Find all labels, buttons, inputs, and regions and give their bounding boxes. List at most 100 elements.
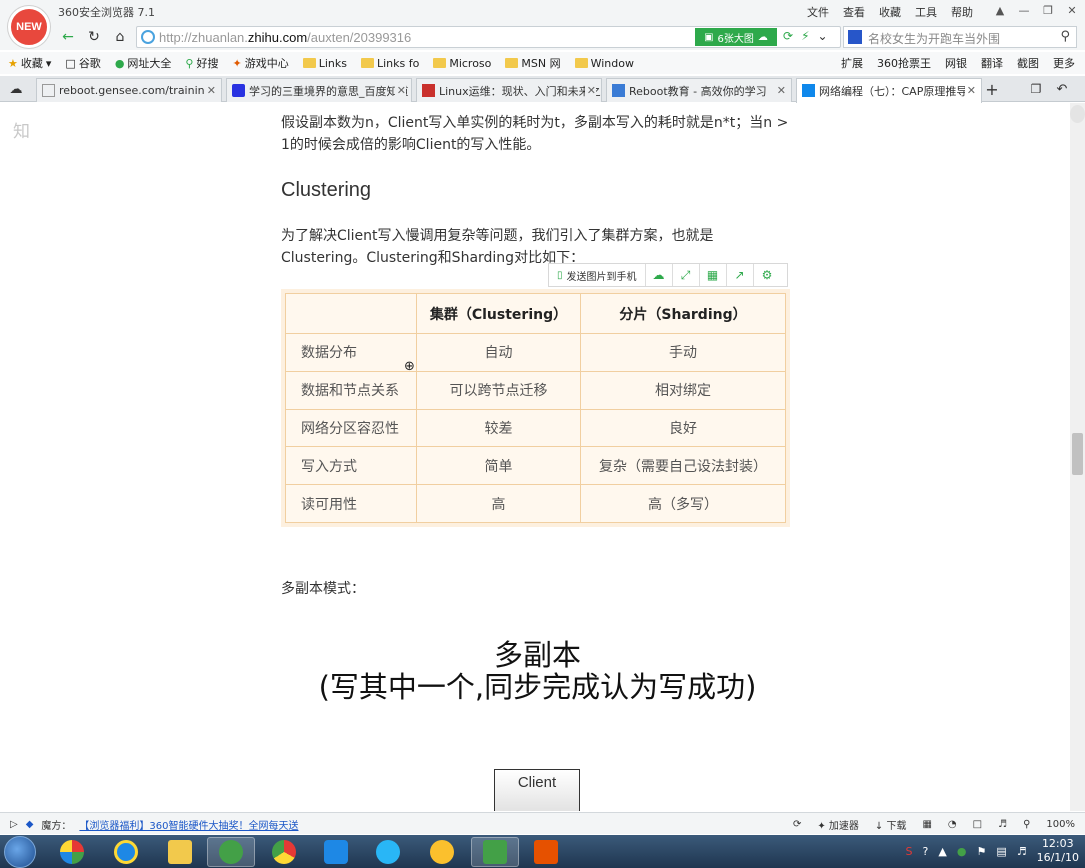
tab-linux-ops[interactable]: Linux运维：现状、入门和未来之路 ✕ <box>416 78 602 102</box>
bookmark-google[interactable]: □ 谷歌 <box>65 55 100 71</box>
volume-icon[interactable]: ♬ <box>998 819 1007 830</box>
skin-icon[interactable]: ▲ <box>991 2 1009 18</box>
magic-cube-label: 魔方： <box>41 821 72 832</box>
maximize-button[interactable]: ❐ <box>1039 2 1057 18</box>
big-image-button[interactable]: ▣ 6张大图 ☁ <box>695 28 777 46</box>
back-button[interactable]: ← <box>58 27 78 47</box>
extensions-button[interactable]: 扩展 <box>841 55 863 71</box>
messenger-icon[interactable] <box>312 837 360 867</box>
chevron-down-icon[interactable]: ⌄ <box>818 29 828 43</box>
search-icon[interactable]: ⚲ <box>1060 29 1070 44</box>
tab-network-programming[interactable]: 网络编程（七）：CAP原理推导 ✕ <box>796 78 982 103</box>
screenshot-button[interactable]: 截图 <box>1017 55 1039 71</box>
bookmark-game-center[interactable]: ✦ 游戏中心 <box>232 55 288 71</box>
minimize-button[interactable]: — <box>1015 2 1033 18</box>
search-input[interactable]: 名校女生为开跑车当外围 <box>868 30 1000 47</box>
home-button[interactable]: ⌂ <box>110 27 130 47</box>
help-tray-icon[interactable]: ? <box>923 845 929 858</box>
bookmark-windows[interactable]: Window <box>574 57 634 70</box>
cloud-tabs-icon[interactable]: ☁ <box>6 79 26 99</box>
close-tab-icon[interactable]: ✕ <box>204 84 216 97</box>
internet-explorer-icon[interactable] <box>102 837 150 867</box>
url-text[interactable]: http://zhuanlan.zhihu.com/auxten/2039931… <box>159 30 411 45</box>
more-button[interactable]: 更多 <box>1053 55 1075 71</box>
lightning-icon[interactable]: ⚡ <box>801 29 809 43</box>
tab-reboot-education[interactable]: Reboot教育 - 高效你的学习 ✕ <box>606 78 792 102</box>
cloud-save-icon[interactable]: ☁ <box>646 264 673 286</box>
file-explorer-icon[interactable] <box>156 837 204 867</box>
promo-link[interactable]: 【浏览器福利】360智能硬件大抽奖！全网每天送 <box>79 817 298 832</box>
table-header-cell <box>285 293 417 334</box>
refresh-green-icon[interactable]: ⟳ <box>783 29 793 43</box>
close-button[interactable]: ✕ <box>1063 2 1081 18</box>
translate-button[interactable]: 翻译 <box>981 55 1003 71</box>
send-image-to-phone-button[interactable]: ▯ 发送图片到手机 <box>549 264 646 286</box>
search-box[interactable]: 名校女生为开跑车当外围 ⚲ <box>843 26 1077 48</box>
accelerator-button[interactable]: ✦ 加速器 <box>817 817 859 832</box>
menu-tools[interactable]: 工具 <box>915 4 937 20</box>
navigation-bar: ← ↻ ⌂ http://zhuanlan.zhihu.com/auxten/2… <box>0 24 1085 50</box>
browser-logo-icon[interactable]: NEW <box>8 6 50 48</box>
ime-icon[interactable]: S <box>906 845 913 858</box>
menu-favorites[interactable]: 收藏 <box>879 4 901 20</box>
new-tab-button[interactable]: + <box>982 79 1002 99</box>
scroll-up-button[interactable] <box>1070 105 1085 123</box>
zoom-level[interactable]: 100% <box>1046 819 1075 830</box>
speed-icon[interactable]: ◔ <box>948 819 957 830</box>
expand-icon[interactable]: ⤢ <box>673 264 700 286</box>
vertical-scrollbar[interactable] <box>1070 103 1085 811</box>
flag-icon[interactable]: ⚑ <box>976 845 986 858</box>
gear-icon[interactable]: ⚙ <box>754 264 781 286</box>
undo-close-icon[interactable]: ↶ <box>1052 79 1072 99</box>
network-icon[interactable]: ▤ <box>996 845 1006 858</box>
refresh-icon[interactable]: ⟳ <box>793 819 801 830</box>
download-button[interactable]: ↓ 下载 <box>875 817 907 832</box>
zhihu-logo[interactable]: 知 <box>13 117 30 142</box>
menu-file[interactable]: 文件 <box>807 4 829 20</box>
tab-baidu-zhidao[interactable]: 学习的三重境界的意思_百度知道 ✕ <box>226 78 412 102</box>
share-icon[interactable]: ↗ <box>727 264 754 286</box>
status-right: ⟳ ✦ 加速器 ↓ 下载 ▦ ◔ □ ♬ ⚲ 100% <box>793 817 1075 832</box>
chrome-icon[interactable] <box>260 837 308 867</box>
table-cell: 读可用性 <box>285 484 417 523</box>
ticket-grabber-button[interactable]: 360抢票王 <box>877 55 931 71</box>
online-bank-button[interactable]: 网银 <box>945 55 967 71</box>
close-tab-icon[interactable]: ✕ <box>774 84 786 97</box>
media-player-icon[interactable] <box>48 837 96 867</box>
bookmark-haosou[interactable]: ⚲ 好搜 <box>185 55 218 71</box>
bookmark-favorites[interactable]: ★ 收藏 ▾ <box>8 55 51 71</box>
scroll-thumb[interactable] <box>1072 433 1083 475</box>
table-cell: 手动 <box>580 333 786 372</box>
volume-tray-icon[interactable]: ♬ <box>1017 845 1027 858</box>
sidebar-toggle-icon[interactable]: ▷ <box>10 819 18 830</box>
bookmark-links-for[interactable]: Links fo <box>360 57 419 70</box>
clock[interactable]: 12:03 16/1/10 <box>1037 837 1079 865</box>
refresh-button[interactable]: ↻ <box>84 27 104 47</box>
bookmark-microsoft[interactable]: Microso <box>433 57 491 70</box>
bookmark-msn[interactable]: MSN 网 <box>505 55 561 71</box>
menu-help[interactable]: 帮助 <box>951 4 973 20</box>
window-icon[interactable]: □ <box>973 819 982 830</box>
security-tray-icon[interactable]: ● <box>957 845 967 858</box>
bookmark-links[interactable]: Links <box>302 57 347 70</box>
feather-app-icon[interactable] <box>364 837 412 867</box>
close-tab-icon[interactable]: ✕ <box>394 84 406 97</box>
save-icon[interactable]: ▦ <box>700 264 727 286</box>
comparison-table[interactable]: 集群（Clustering） 分片（Sharding） 数据分布 自动 手动 数… <box>281 289 790 527</box>
presentation-app-icon[interactable] <box>522 837 570 867</box>
menu-view[interactable]: 查看 <box>843 4 865 20</box>
restore-tabs-icon[interactable]: ❐ <box>1026 79 1046 99</box>
tab-reboot-gensee[interactable]: reboot.gensee.com/training/✕ <box>36 78 222 102</box>
remote-app-icon[interactable] <box>471 837 519 867</box>
bookmark-site-directory[interactable]: ● 网址大全 <box>115 55 172 71</box>
status-left: ▷ ◆ 魔方： 【浏览器福利】360智能硬件大抽奖！全网每天送 <box>10 817 299 832</box>
leaf-app-icon[interactable] <box>418 837 466 867</box>
start-button[interactable] <box>4 836 36 868</box>
search-engine-icon[interactable] <box>848 30 862 44</box>
close-tab-icon[interactable]: ✕ <box>964 84 976 97</box>
address-bar[interactable]: http://zhuanlan.zhihu.com/auxten/2039931… <box>136 26 841 48</box>
show-hidden-icons[interactable]: ▲ <box>938 845 946 858</box>
browser-360-icon[interactable] <box>207 837 255 867</box>
close-tab-icon[interactable]: ✕ <box>584 84 596 97</box>
compat-icon[interactable]: ▦ <box>922 819 931 830</box>
